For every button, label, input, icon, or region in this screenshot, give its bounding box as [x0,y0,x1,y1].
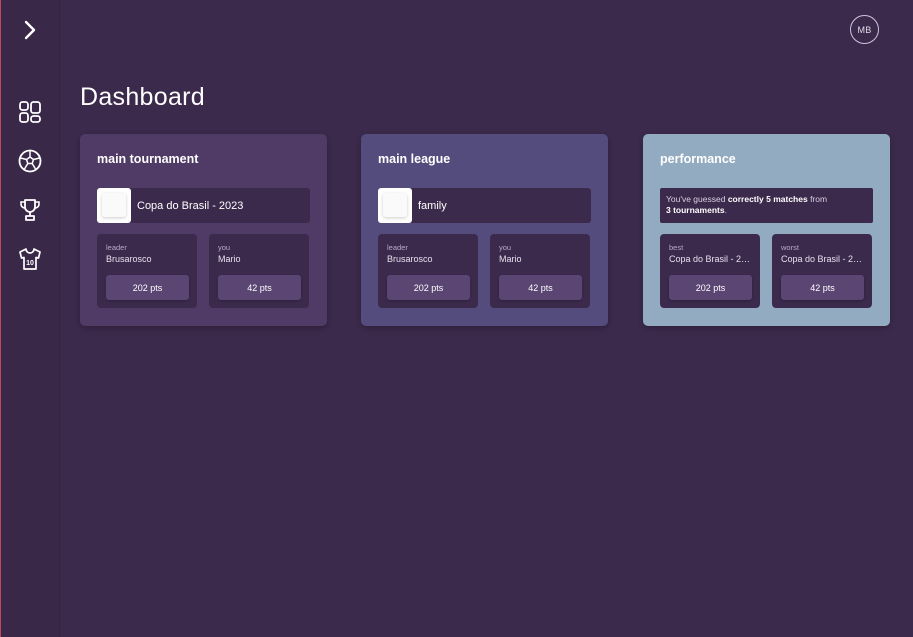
stat-label: you [499,243,512,252]
you-stat: you Mario 42 pts [209,234,309,308]
card-title: main league [378,152,451,166]
summary-highlight: correctly [727,194,764,204]
expand-sidebar-button[interactable] [15,16,45,44]
stat-name: Copa do Brasil - 2023 [669,254,753,264]
sidebar-item-dashboard[interactable] [15,97,45,127]
tournament-logo [97,188,131,223]
points-button[interactable]: 42 pts [218,275,301,300]
soccer-ball-icon [18,149,42,173]
performance-card: performance You've guessed correctly 5 m… [643,134,890,326]
tournament-name: Copa do Brasil - 2023 [137,199,244,212]
summary-text: . [724,205,727,215]
sidebar: 10 [0,0,60,637]
best-stat: best Copa do Brasil - 2023 202 pts [660,234,760,308]
sidebar-item-matches[interactable] [15,146,45,176]
you-stat: you Mario 42 pts [490,234,590,308]
summary-highlight: 3 tournaments [666,205,725,215]
summary-highlight: 5 matches [766,194,808,204]
stat-name: Brusarosco [106,254,152,264]
stat-label: leader [387,243,408,252]
trophy-icon [20,199,40,221]
page-title: Dashboard [80,83,206,111]
worst-stat: worst Copa do Brasil - 2023 42 pts [772,234,872,308]
jersey-icon: 10 [19,248,41,270]
league-name: family [418,199,447,212]
user-avatar[interactable]: MB [850,15,879,44]
main-tournament-card: main tournament Copa do Brasil - 2023 le… [80,134,327,326]
league-selector[interactable]: family [378,188,591,223]
stat-name: Mario [218,254,241,264]
points-button[interactable]: 42 pts [499,275,582,300]
stat-label: leader [106,243,127,252]
main-league-card: main league family leader Brusarosco 202… [361,134,608,326]
points-button[interactable]: 42 pts [781,275,864,300]
chevron-right-icon [24,20,36,40]
card-title: performance [660,152,736,166]
svg-text:10: 10 [26,260,34,267]
performance-summary: You've guessed correctly 5 matches from 3… [660,188,873,223]
dashboard-icon [19,101,41,123]
card-title: main tournament [97,152,199,166]
stat-label: best [669,243,684,252]
sidebar-item-teams[interactable]: 10 [15,244,45,274]
stat-label: you [218,243,231,252]
points-button[interactable]: 202 pts [106,275,189,300]
stat-name: Brusarosco [387,254,433,264]
points-button[interactable]: 202 pts [669,275,752,300]
points-button[interactable]: 202 pts [387,275,470,300]
tournament-selector[interactable]: Copa do Brasil - 2023 [97,188,310,223]
sidebar-item-tournaments[interactable] [15,195,45,225]
summary-text: You've guessed [666,194,728,204]
leader-stat: leader Brusarosco 202 pts [378,234,478,308]
stat-name: Mario [499,254,522,264]
stat-name: Copa do Brasil - 2023 [781,254,865,264]
leader-stat: leader Brusarosco 202 pts [97,234,197,308]
stat-label: worst [781,243,799,252]
league-logo [378,188,412,223]
summary-text: from [807,194,828,204]
